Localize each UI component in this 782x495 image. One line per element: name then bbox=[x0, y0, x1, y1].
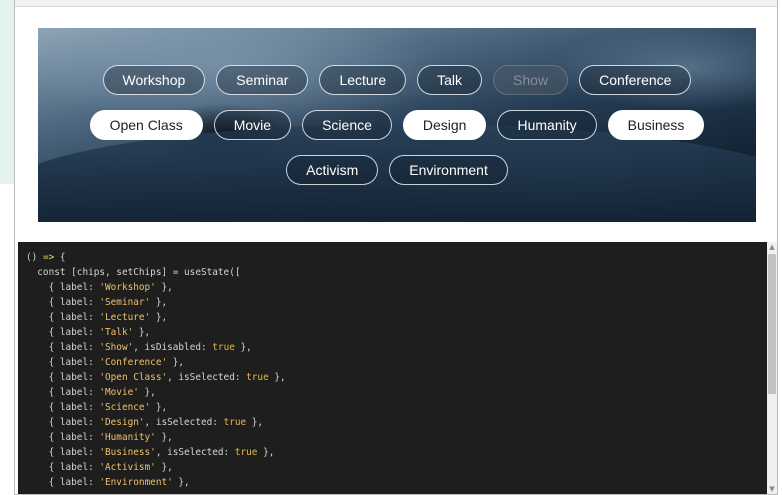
scroll-thumb[interactable] bbox=[768, 254, 776, 394]
code-scrollbar[interactable]: ▲ ▼ bbox=[767, 242, 777, 494]
code-line: { label: 'Workshop' }, bbox=[26, 282, 173, 293]
chip-environment[interactable]: Environment bbox=[389, 155, 508, 185]
code-line: const [chips, setChips] = useState([ bbox=[26, 267, 241, 278]
chip-lecture[interactable]: Lecture bbox=[319, 65, 407, 95]
code-line: { label: 'Environment' }, bbox=[26, 477, 190, 488]
code-line: { label: 'Humanity' }, bbox=[26, 432, 173, 443]
chip-design[interactable]: Design bbox=[402, 110, 487, 140]
code-line: { label: 'Science' }, bbox=[26, 402, 168, 413]
code-line: { label: 'Conference' }, bbox=[26, 357, 185, 368]
code-editor[interactable]: () => { const [chips, setChips] = useSta… bbox=[18, 242, 767, 494]
code-line: { label: 'Design', isSelected: true }, bbox=[26, 417, 264, 428]
chip-show: Show bbox=[493, 65, 569, 95]
chip-science[interactable]: Science bbox=[302, 110, 392, 140]
code-line: { label: 'Talk' }, bbox=[26, 327, 151, 338]
code-line: { label: 'Show', isDisabled: true }, bbox=[26, 342, 252, 353]
chip-row-2: Open Class Movie Science Design Humanity Busi… bbox=[38, 110, 756, 140]
page-background-tint bbox=[0, 0, 14, 184]
demo-frame: Workshop Seminar Lecture Talk Show Conference… bbox=[14, 0, 778, 495]
scroll-down-arrow-icon[interactable]: ▼ bbox=[768, 485, 776, 493]
code-line: { label: 'Movie' }, bbox=[26, 387, 156, 398]
chip-conference[interactable]: Conference bbox=[579, 65, 692, 95]
chip-business[interactable]: Business bbox=[607, 110, 705, 140]
code-line: { label: 'Open Class', isSelected: true … bbox=[26, 372, 286, 383]
code-line: { label: 'Business', isSelected: true }, bbox=[26, 447, 275, 458]
chips-preview: Workshop Seminar Lecture Talk Show Conference… bbox=[38, 28, 756, 222]
frame-top-bar bbox=[15, 0, 777, 7]
code-line: { label: 'Lecture' }, bbox=[26, 312, 168, 323]
chip-seminar[interactable]: Seminar bbox=[216, 65, 309, 95]
code-line: { label: 'Seminar' }, bbox=[26, 297, 168, 308]
chip-row-1: Workshop Seminar Lecture Talk Show Conference bbox=[38, 65, 756, 95]
chip-workshop[interactable]: Workshop bbox=[102, 65, 206, 95]
code-line: { label: 'Activism' }, bbox=[26, 462, 173, 473]
chip-humanity[interactable]: Humanity bbox=[497, 110, 597, 140]
chip-activism[interactable]: Activism bbox=[286, 155, 379, 185]
code-block: () => { const [chips, setChips] = useSta… bbox=[18, 242, 767, 490]
chip-group: Workshop Seminar Lecture Talk Show Conference… bbox=[38, 28, 756, 222]
chip-row-3: Activism Environment bbox=[38, 155, 756, 185]
code-line: () => { bbox=[26, 252, 66, 263]
chip-open-class[interactable]: Open Class bbox=[89, 110, 203, 140]
scroll-up-arrow-icon[interactable]: ▲ bbox=[768, 243, 776, 251]
chip-movie[interactable]: Movie bbox=[213, 110, 292, 140]
chip-talk[interactable]: Talk bbox=[417, 65, 483, 95]
